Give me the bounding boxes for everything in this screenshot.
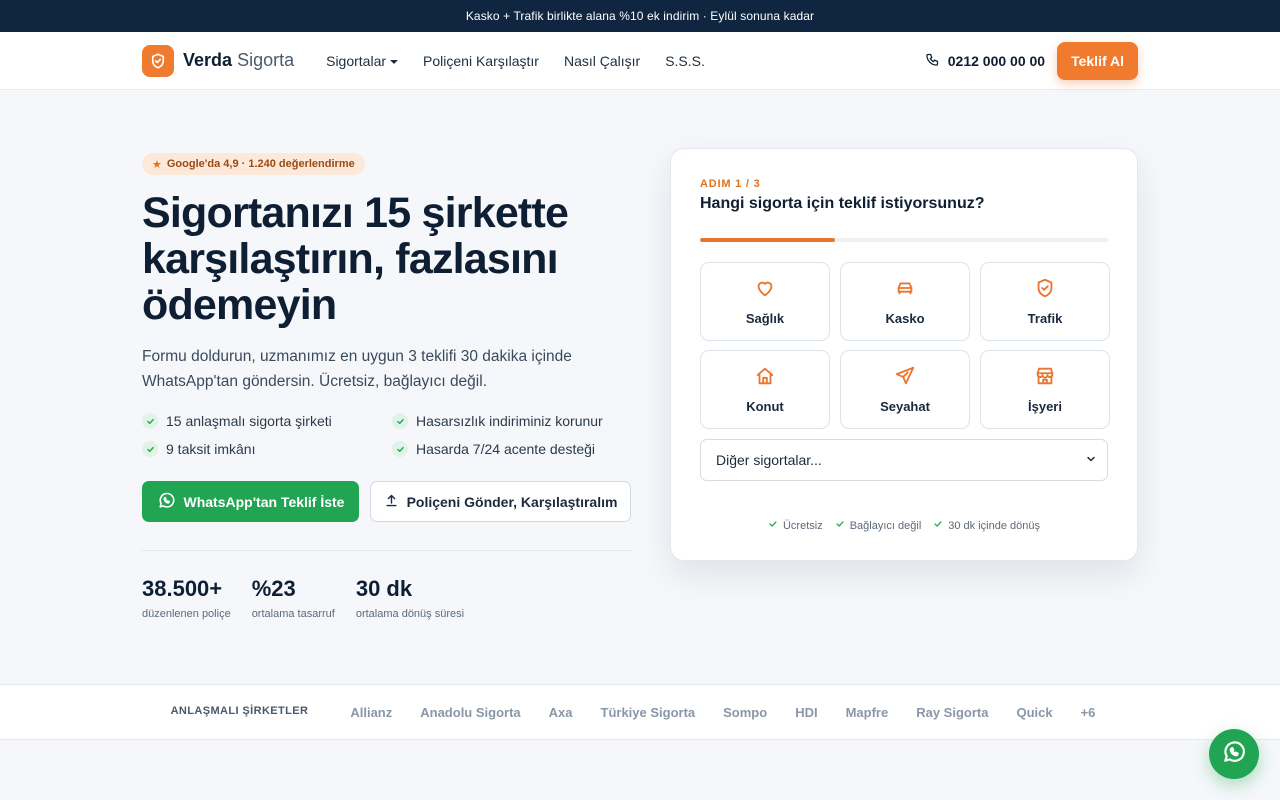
chevron-down-icon — [1085, 452, 1097, 468]
home-icon — [754, 365, 776, 390]
car-icon — [894, 277, 916, 302]
partner-logo: Ray Sigorta — [916, 704, 989, 720]
feature-item: Hasarda 7/24 acente desteği — [392, 441, 632, 457]
feature-item: 9 taksit imkânı — [142, 441, 392, 457]
quote-form-card: ADIM 1 / 3 Hangi sigorta için teklif ist… — [670, 148, 1138, 561]
check-icon — [392, 413, 408, 429]
hero-content: ★ Google'da 4,9 · 1.240 değerlendirme Si… — [142, 153, 632, 620]
form-question: Hangi sigorta için teklif istiyorsunuz? — [700, 195, 985, 212]
option-saglik[interactable]: Sağlık — [700, 262, 830, 341]
hero-section: ★ Google'da 4,9 · 1.240 değerlendirme Si… — [0, 90, 1280, 684]
option-isyeri[interactable]: İşyeri — [980, 350, 1110, 429]
main-header: Verda Sigorta Sigortalar Poliçeni Karşıl… — [0, 32, 1280, 90]
check-icon — [142, 441, 158, 457]
check-icon — [933, 519, 943, 532]
progress-bar — [700, 238, 1108, 242]
whatsapp-floating-button[interactable] — [1209, 729, 1259, 779]
plane-icon — [894, 365, 916, 390]
option-trafik[interactable]: Trafik — [980, 262, 1110, 341]
store-icon — [1034, 365, 1056, 390]
partner-logo: Anadolu Sigorta — [420, 704, 521, 720]
phone-number: 0212 000 00 00 — [947, 52, 1046, 69]
check-icon — [392, 441, 408, 457]
chevron-down-icon — [390, 59, 399, 64]
option-konut[interactable]: Konut — [700, 350, 830, 429]
phone-icon — [925, 52, 940, 70]
nav-item-sigortalar[interactable]: Sigortalar — [326, 53, 399, 69]
option-kasko[interactable]: Kasko — [840, 262, 970, 341]
promo-text: Kasko + Trafik birlikte alana %10 ek ind… — [465, 9, 815, 23]
partner-logo: Allianz — [350, 704, 393, 720]
partners-title: ANLAŞMALI ŞİRKETLER — [170, 704, 309, 717]
get-quote-button[interactable]: Teklif Al — [1057, 41, 1138, 80]
shield-logo-icon — [142, 44, 174, 77]
trust-item: Ücretsiz — [768, 519, 823, 532]
promo-bar: Kasko + Trafik birlikte alana %10 ek ind… — [0, 0, 1280, 32]
hero-title: Sigortanızı 15 şirkette karşılaştırın, f… — [142, 189, 569, 329]
logo[interactable]: Verda Sigorta — [142, 44, 295, 77]
nav-item-sss[interactable]: S.S.S. — [665, 53, 705, 69]
nav-item-police-karsilastir[interactable]: Poliçeni Karşılaştır — [423, 53, 539, 69]
trust-item: 30 dk içinde dönüş — [933, 519, 1040, 532]
trust-item: Bağlayıcı değil — [835, 519, 921, 532]
heart-icon — [754, 277, 776, 302]
shield-check-icon — [1034, 277, 1056, 302]
feature-list: 15 anlaşmalı sigorta şirketi Hasarsızlık… — [142, 413, 632, 457]
check-icon — [142, 413, 158, 429]
upload-policy-button[interactable]: Poliçeni Gönder, Karşılaştıralım — [370, 481, 631, 522]
progress-fill — [700, 238, 835, 242]
divider — [142, 550, 632, 551]
partner-logo: Mapfre — [845, 704, 889, 720]
nav-item-nasil-calisir[interactable]: Nasıl Çalışır — [564, 53, 640, 69]
upload-icon — [384, 493, 399, 511]
partner-logo: Türkiye Sigorta — [600, 704, 696, 720]
check-icon — [835, 519, 845, 532]
trust-row: Ücretsiz Bağlayıcı değil 30 dk içinde dö… — [700, 519, 1108, 532]
more-partners-count: +6 — [1080, 704, 1096, 720]
step-indicator: ADIM 1 / 3 — [700, 178, 761, 190]
whatsapp-quote-button[interactable]: WhatsApp'tan Teklif İste — [142, 481, 359, 522]
feature-item: 15 anlaşmalı sigorta şirketi — [142, 413, 392, 429]
stat: 30 dk ortalama dönüş süresi — [355, 576, 465, 620]
hero-subtitle: Formu doldurun, uzmanımız en uygun 3 tek… — [142, 348, 572, 390]
whatsapp-icon — [1221, 739, 1247, 770]
other-insurance-select[interactable]: Diğer sigortalar... — [700, 439, 1108, 481]
check-icon — [768, 519, 778, 532]
phone-link[interactable]: 0212 000 00 00 — [925, 52, 1045, 70]
option-seyahat[interactable]: Seyahat — [840, 350, 970, 429]
star-icon: ★ — [152, 158, 162, 171]
insurance-options: Sağlık Kasko Trafik Konut Seyahat İşyeri — [700, 262, 1110, 429]
logo-text: Verda Sigorta — [183, 50, 295, 70]
stat: 38.500+ düzenlenen poliçe — [142, 576, 231, 620]
partner-logo: Quick — [1016, 704, 1053, 720]
rating-badge: ★ Google'da 4,9 · 1.240 değerlendirme — [142, 153, 365, 175]
whatsapp-icon — [157, 491, 176, 513]
stats-row: 38.500+ düzenlenen poliçe %23 ortalama tas… — [142, 576, 632, 620]
partner-logo: Sompo — [723, 704, 768, 720]
partner-logo: Axa — [548, 704, 573, 720]
partners-strip: ANLAŞMALI ŞİRKETLER Allianz Anadolu Sigo… — [0, 684, 1280, 740]
feature-item: Hasarsızlık indiriminiz korunur — [392, 413, 632, 429]
primary-nav: Sigortalar Poliçeni Karşılaştır Nasıl Ça… — [326, 53, 705, 69]
stat: %23 ortalama tasarruf — [251, 576, 335, 620]
partner-logo: HDI — [795, 704, 818, 720]
